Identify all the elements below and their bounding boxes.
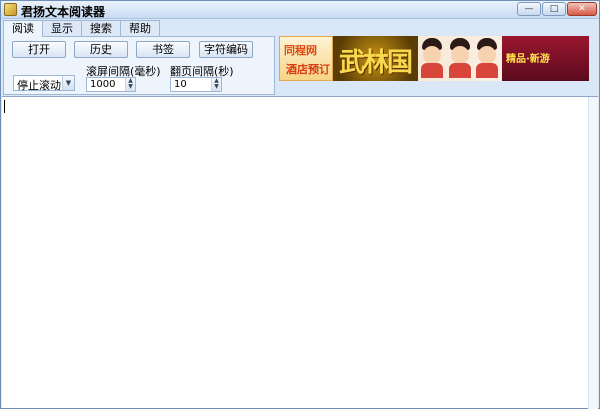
- tab-search[interactable]: 搜索: [81, 20, 121, 36]
- scroll-mode-value: 停止滚动: [17, 79, 61, 92]
- ad-characters[interactable]: [418, 36, 502, 81]
- history-button[interactable]: 历史: [74, 41, 128, 58]
- bookmark-button[interactable]: 书签: [136, 41, 190, 58]
- tab-bar: 阅读 显示 搜索 帮助: [3, 20, 160, 37]
- encoding-button[interactable]: 字符编码: [199, 41, 253, 58]
- ad-banner[interactable]: 同程网 酒店预订 武林国 精品·新游: [279, 36, 589, 81]
- ad-slogan[interactable]: 精品·新游: [502, 36, 589, 81]
- tab-help[interactable]: 帮助: [120, 20, 160, 36]
- tab-reading[interactable]: 阅读: [3, 20, 43, 37]
- ad-slogan-text: 精品·新游: [506, 54, 550, 65]
- spinner-arrows-icon[interactable]: ▲ ▼: [211, 78, 221, 91]
- ad-game-logo[interactable]: 武林国: [333, 36, 418, 81]
- window-title: 君扬文本阅读器: [21, 5, 106, 19]
- ad-hotel-line1: 同程网: [284, 44, 317, 57]
- spinner-arrows-icon[interactable]: ▲ ▼: [125, 78, 135, 91]
- page-interval-spinner[interactable]: 10 ▲ ▼: [170, 77, 222, 92]
- minimize-button[interactable]: —: [517, 2, 541, 16]
- ad-hotel[interactable]: 同程网 酒店预订: [279, 36, 333, 81]
- page-interval-value[interactable]: 10: [174, 79, 187, 90]
- tab-display[interactable]: 显示: [42, 20, 82, 36]
- close-button[interactable]: ✕: [567, 2, 597, 16]
- character-icon: [448, 38, 472, 78]
- window-controls: — □ ✕: [517, 2, 597, 16]
- title-bar[interactable]: 君扬文本阅读器 — □ ✕: [1, 1, 599, 19]
- text-caret: [4, 100, 5, 113]
- scroll-interval-spinner[interactable]: 1000 ▲ ▼: [86, 77, 136, 92]
- chevron-down-icon[interactable]: ▼: [62, 76, 74, 90]
- app-icon: [4, 3, 17, 16]
- vertical-scrollbar[interactable]: [588, 97, 598, 409]
- scroll-mode-select[interactable]: 停止滚动 ▼: [13, 75, 75, 92]
- ad-game-title: 武林国: [339, 48, 413, 78]
- maximize-button[interactable]: □: [542, 2, 566, 16]
- character-icon: [475, 38, 499, 78]
- open-button[interactable]: 打开: [12, 41, 66, 58]
- scroll-interval-value[interactable]: 1000: [90, 79, 115, 90]
- reading-panel: 打开 历史 书签 字符编码 停止滚动 ▼ 滚屏间隔(毫秒) 1000 ▲ ▼ 翻页…: [3, 36, 275, 95]
- character-icon: [420, 38, 444, 78]
- text-content-area[interactable]: [2, 96, 598, 409]
- ad-hotel-line2: 酒店预订: [286, 63, 330, 76]
- app-window: 君扬文本阅读器 — □ ✕ 阅读 显示 搜索 帮助 打开 历史 书签 字符编码 …: [0, 0, 600, 409]
